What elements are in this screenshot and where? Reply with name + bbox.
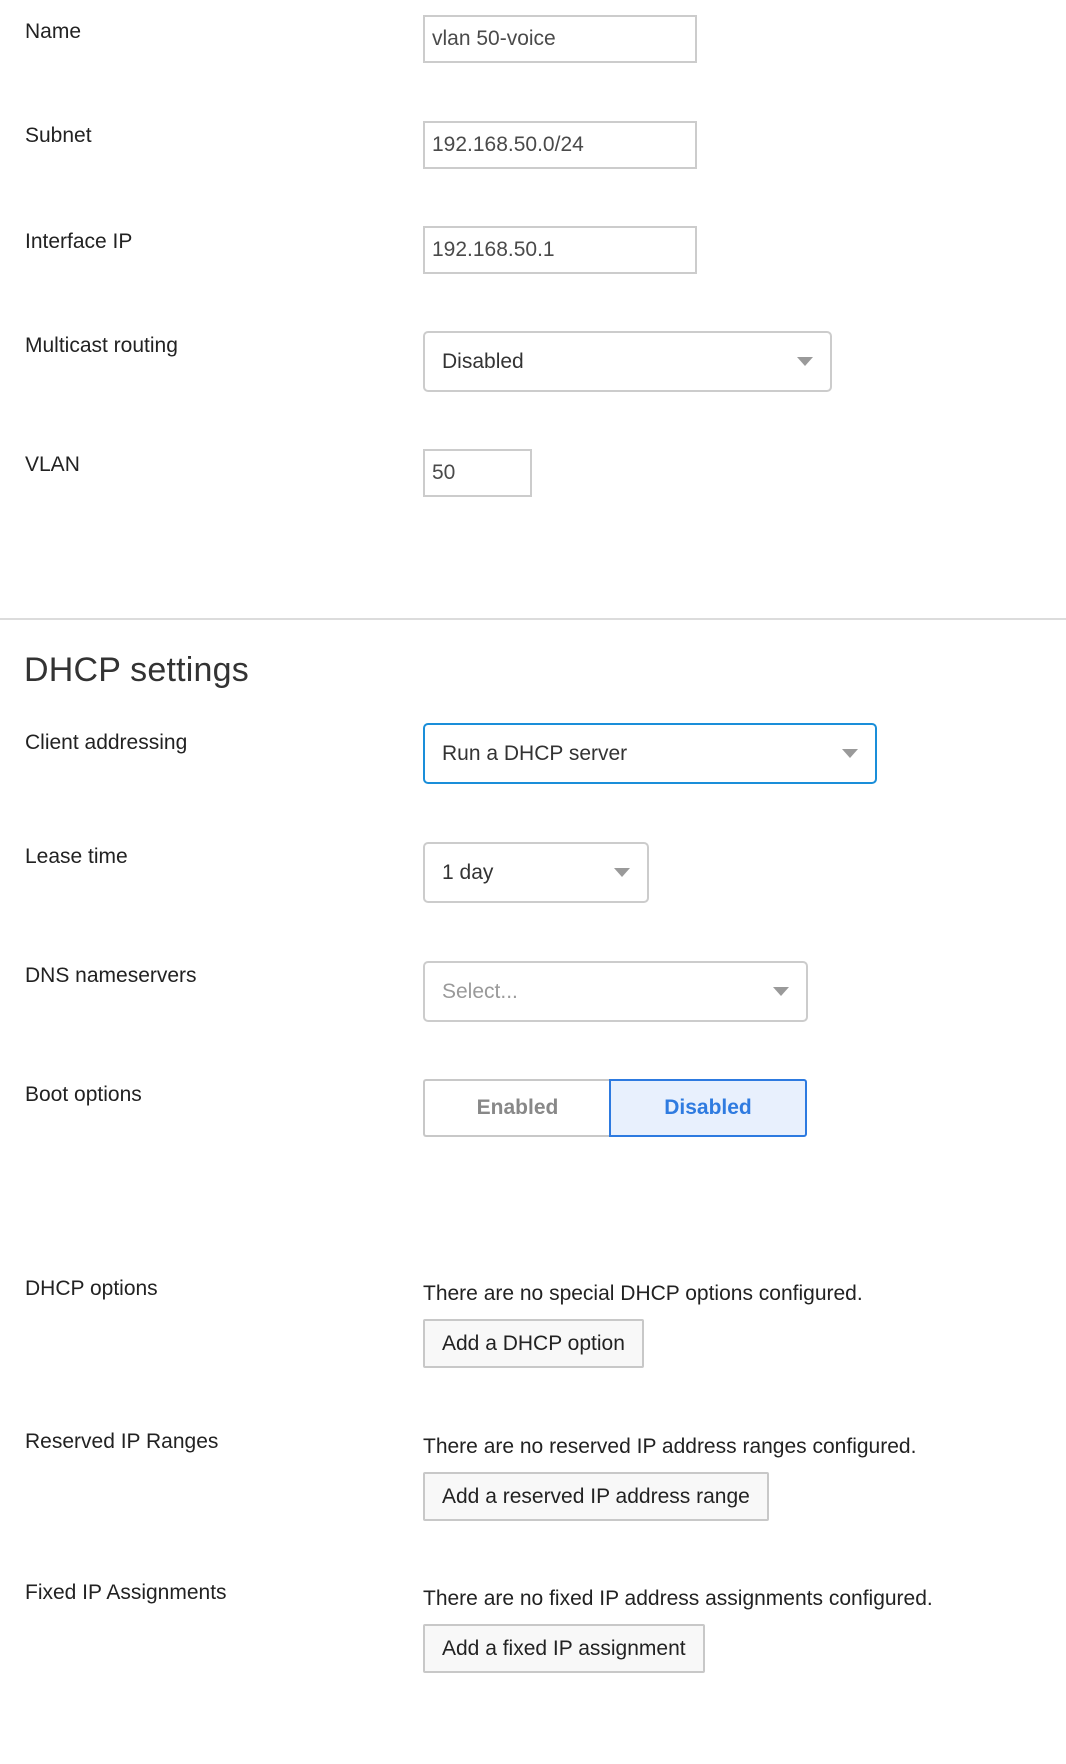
reserved-ranges-empty-text: There are no reserved IP address ranges … [423,1435,917,1458]
add-dhcp-option-button[interactable]: Add a DHCP option [423,1319,644,1368]
boot-options-toggle: Enabled Disabled [423,1079,807,1137]
chevron-down-icon [614,868,630,877]
dns-nameservers-placeholder: Select... [442,980,518,1003]
chevron-down-icon [773,987,789,996]
name-input[interactable] [423,15,697,63]
subnet-label: Subnet [25,124,92,147]
name-label: Name [25,20,82,43]
vlan-label: VLAN [25,453,80,476]
client-addressing-value: Run a DHCP server [442,742,628,765]
multicast-routing-value: Disabled [442,350,524,373]
multicast-routing-label: Multicast routing [25,334,178,357]
chevron-down-icon [842,749,858,758]
dhcp-settings-heading: DHCP settings [24,651,249,689]
dhcp-options-label: DHCP options [25,1277,158,1300]
section-divider [0,618,1066,620]
dhcp-options-empty-text: There are no special DHCP options config… [423,1282,863,1305]
subnet-input[interactable] [423,121,697,169]
vlan-input[interactable] [423,449,532,497]
boot-options-enabled-button[interactable]: Enabled [423,1079,610,1137]
boot-options-label: Boot options [25,1083,142,1106]
lease-time-value: 1 day [442,861,494,884]
client-addressing-label: Client addressing [25,731,188,754]
client-addressing-select[interactable]: Run a DHCP server [423,723,877,784]
boot-options-disabled-button[interactable]: Disabled [609,1079,807,1137]
lease-time-select[interactable]: 1 day [423,842,649,903]
fixed-ip-assignments-label: Fixed IP Assignments [25,1581,227,1604]
fixed-assignments-empty-text: There are no fixed IP address assignment… [423,1587,933,1610]
reserved-ip-ranges-label: Reserved IP Ranges [25,1430,219,1453]
lease-time-label: Lease time [25,845,128,868]
interface-ip-label: Interface IP [25,230,133,253]
dns-nameservers-select[interactable]: Select... [423,961,808,1022]
chevron-down-icon [797,357,813,366]
interface-ip-input[interactable] [423,226,697,274]
multicast-routing-select[interactable]: Disabled [423,331,832,392]
dns-nameservers-label: DNS nameservers [25,964,197,987]
add-reserved-range-button[interactable]: Add a reserved IP address range [423,1472,769,1521]
add-fixed-ip-assignment-button[interactable]: Add a fixed IP assignment [423,1624,705,1673]
